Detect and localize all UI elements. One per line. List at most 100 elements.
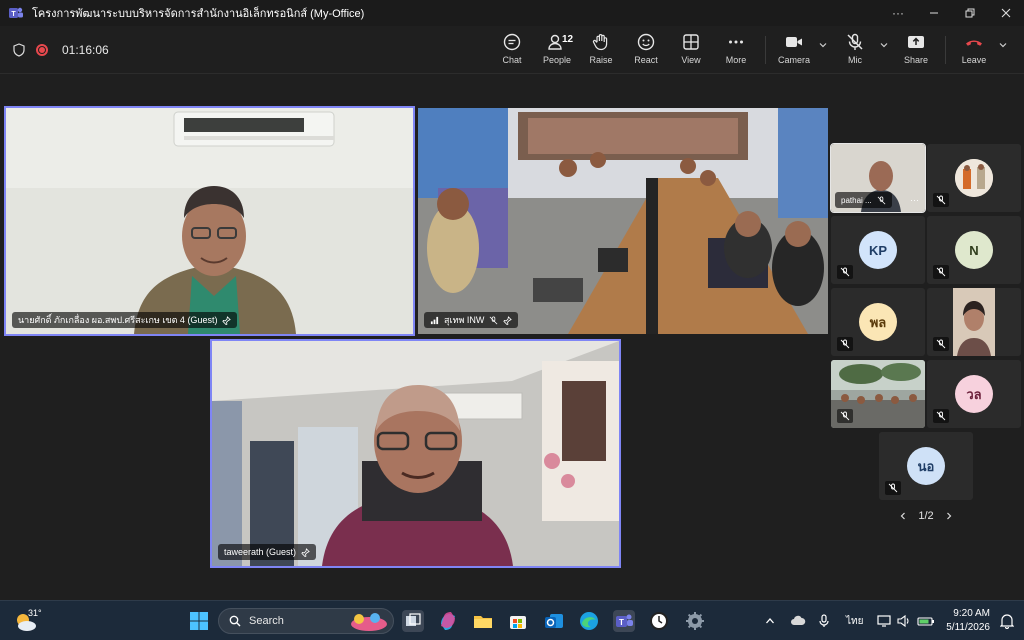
avatar: วล — [955, 375, 993, 413]
leave-button[interactable]: Leave — [951, 32, 997, 70]
minimize-button[interactable] — [916, 0, 952, 26]
teams-icon: T — [9, 7, 23, 18]
mic-off-icon — [933, 193, 949, 207]
search-highlight-icon — [351, 613, 387, 631]
raise-hand-button[interactable]: Raise — [578, 32, 624, 70]
file-explorer-button[interactable] — [472, 610, 494, 632]
chevron-right-icon[interactable] — [944, 511, 954, 521]
gallery-tile-wl[interactable]: วล — [927, 360, 1021, 428]
gallery-pager: 1/2 — [898, 510, 954, 522]
taskbar-clock[interactable]: 9:20 AM 5/11/2026 — [946, 607, 990, 635]
more-label: More — [725, 55, 747, 65]
task-view-icon — [406, 613, 421, 626]
mic-off-icon — [837, 265, 853, 279]
cloud-icon[interactable] — [790, 615, 806, 627]
pin-icon[interactable] — [222, 315, 232, 325]
view-button[interactable]: View — [668, 32, 714, 70]
emoji-icon — [637, 33, 655, 51]
teams-taskbar-button[interactable]: T — [613, 610, 635, 632]
meeting-timer: 01:16:06 — [62, 43, 109, 57]
edge-button[interactable] — [578, 610, 600, 632]
chevron-up-icon[interactable] — [764, 615, 776, 627]
hand-icon — [592, 34, 608, 51]
close-button[interactable] — [988, 0, 1024, 26]
store-button[interactable] — [507, 610, 529, 632]
recording-icon — [36, 44, 48, 56]
participant-video — [212, 341, 619, 566]
start-button[interactable] — [188, 610, 210, 632]
folder-icon — [474, 616, 492, 628]
camera-options-chevron-icon[interactable] — [817, 40, 829, 52]
clock-app-button[interactable] — [648, 610, 670, 632]
pin-icon[interactable] — [301, 547, 310, 557]
leave-options-chevron-icon[interactable] — [997, 40, 1009, 52]
camera-button[interactable]: Camera — [771, 32, 817, 70]
chat-button[interactable]: Chat — [489, 32, 535, 70]
mic-button[interactable]: Mic — [832, 32, 878, 70]
gear-icon — [686, 612, 704, 630]
gallery-tile-no[interactable]: นอ — [879, 432, 973, 500]
people-button[interactable]: 12 People — [534, 32, 580, 70]
avatar — [955, 159, 993, 197]
windows-icon — [190, 612, 208, 630]
pin-icon[interactable] — [503, 315, 513, 325]
more-options-button[interactable]: ··· — [880, 0, 916, 26]
toolbar-divider — [945, 36, 946, 64]
mic-options-chevron-icon[interactable] — [878, 40, 890, 52]
volume-icon[interactable] — [897, 614, 911, 628]
network-icon[interactable] — [877, 614, 893, 628]
task-view-button[interactable] — [402, 610, 424, 632]
share-label: Share — [903, 55, 929, 65]
mic-off-icon — [885, 481, 901, 495]
settings-button[interactable] — [684, 610, 706, 632]
clock-icon — [650, 612, 668, 630]
gallery-tile-kp[interactable]: KP — [831, 216, 925, 284]
mic-off-icon — [847, 33, 863, 50]
weather-widget[interactable]: 31° — [14, 608, 42, 633]
gallery-tile-photo[interactable] — [927, 144, 1021, 212]
shield-icon[interactable] — [12, 43, 26, 57]
camera-icon — [786, 37, 802, 47]
outlook-button[interactable] — [543, 610, 565, 632]
input-language[interactable]: ไทย — [846, 614, 863, 629]
chevron-left-icon[interactable] — [898, 511, 908, 521]
gallery-tile-group[interactable] — [831, 360, 925, 428]
mic-off-icon — [933, 409, 949, 423]
edge-icon — [580, 612, 598, 630]
gallery-tile-woman[interactable] — [927, 288, 1021, 356]
tile-more-icon[interactable]: ··· — [910, 195, 919, 205]
react-button[interactable]: React — [623, 32, 669, 70]
battery-icon[interactable] — [917, 615, 935, 627]
microphone-icon[interactable] — [818, 614, 830, 628]
window-title: โครงการพัฒนาระบบบริหารจัดการสำนักงานอิเล… — [32, 8, 365, 20]
react-label: React — [634, 55, 658, 65]
restore-icon — [965, 8, 975, 18]
participant-name-tag: นายศักดิ์ ภักเกลื่อง ผอ.สพป.ศรีสะเกษ เขต… — [12, 312, 238, 328]
hang-up-icon — [966, 40, 982, 46]
temperature: 31° — [28, 608, 42, 618]
share-button[interactable]: Share — [893, 32, 939, 70]
participant-name-tag: taweerath (Guest) — [218, 544, 317, 560]
video-tile-participant-2[interactable]: สุเทพ INW — [418, 108, 828, 334]
leave-label: Leave — [961, 55, 987, 65]
video-tile-participant-1[interactable]: นายศักดิ์ ภักเกลื่อง ผอ.สพป.ศรีสะเกษ เขต… — [4, 106, 415, 336]
restore-button[interactable] — [952, 0, 988, 26]
mic-off-icon — [877, 195, 886, 204]
clock-date: 5/11/2026 — [946, 622, 990, 633]
avatar: KP — [859, 231, 897, 269]
gallery-tile-pathai[interactable]: pathai ... ··· — [830, 143, 926, 213]
video-tile-participant-3[interactable]: taweerath (Guest) — [210, 339, 621, 568]
notifications-button[interactable] — [999, 613, 1015, 634]
taskbar-search[interactable]: Search — [218, 608, 394, 634]
teams-icon: T — [616, 614, 633, 627]
svg-text:T: T — [11, 11, 16, 18]
more-icon — [729, 40, 743, 44]
share-icon — [908, 36, 924, 48]
copilot-button[interactable] — [437, 610, 459, 632]
participant-name: นายศักดิ์ ภักเกลื่อง ผอ.สพป.ศรีสะเกษ เขต… — [18, 315, 218, 325]
gallery-tile-pl[interactable]: พล — [831, 288, 925, 356]
gallery-tile-n[interactable]: N — [927, 216, 1021, 284]
mic-off-icon — [837, 409, 853, 423]
more-button[interactable]: More — [713, 32, 759, 70]
mic-label: Mic — [848, 55, 862, 65]
